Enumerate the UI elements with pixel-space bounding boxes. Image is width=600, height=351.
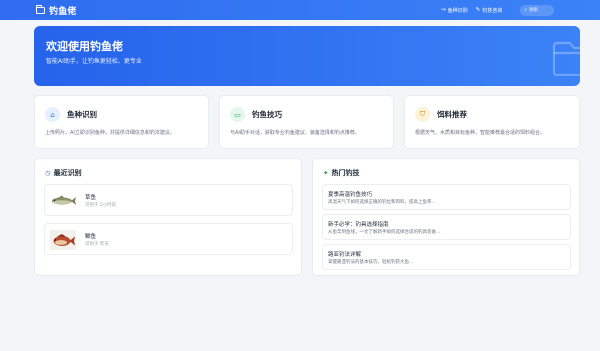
search-input[interactable]: ⌕ 搜索 <box>520 4 555 16</box>
tip-desc: 掌握路亚钓法的基本技巧，轻松钓获大鱼... <box>328 260 414 265</box>
fish-name: 鲫鱼 <box>85 234 97 240</box>
fish-image <box>52 195 76 205</box>
tip-item[interactable]: 新手必学：钓具选择指南 从鱼竿到鱼线，一文了解新手如何选择合适的钓具装备... <box>322 214 571 240</box>
feature-title: 鱼种识别 <box>67 110 97 119</box>
nav-item-label: 鱼种识别 <box>447 7 468 14</box>
recent-identify-panel: ◷ 最近识别 草鱼 识别于 2小时前 鲫鱼 识别于 昨天 <box>34 158 302 276</box>
list-item[interactable]: 草鱼 识别于 2小时前 <box>44 184 293 216</box>
feature-desc: 与AI助手对话，获取专业钓鱼建议、装备选择和钓点推荐。 <box>230 130 360 136</box>
tip-title: 夏季高温钓鱼技巧 <box>328 192 373 198</box>
fish-name: 草鱼 <box>85 195 97 201</box>
clock-icon: ◷ <box>45 169 51 177</box>
tip-item[interactable]: 夏季高温钓鱼技巧 高温天气下如何选择正确的钓位和饵料，提高上鱼率... <box>322 184 571 210</box>
nav-menu: ↝ 鱼种识别 ✎ 钓技咨询 ⌕ 搜索 <box>441 0 555 20</box>
hero-title: 欢迎使用钓鱼佬 <box>46 40 123 53</box>
hero-banner: 欢迎使用钓鱼佬 智能AI助手，让钓鱼更轻松、更专业 <box>34 26 580 86</box>
tip-desc: 从鱼竿到鱼线，一文了解新手如何选择合适的钓具装备... <box>328 230 441 235</box>
tip-title: 新手必学：钓具选择指南 <box>328 222 389 228</box>
home-icon: ⌂ <box>45 107 60 122</box>
tip-desc: 高温天气下如何选择正确的钓位和饵料，提高上鱼率... <box>328 200 436 205</box>
feature-desc: 上传照片，AI立即识别鱼种，并提供详细信息和钓法建议。 <box>45 130 175 136</box>
pen-icon: ✎ <box>475 7 481 13</box>
panel-title: ✦ 热门钓技 <box>323 168 359 178</box>
feature-title: 饵料推荐 <box>437 110 467 119</box>
sparkle-icon: ✦ <box>323 169 329 177</box>
search-label: 搜索 <box>529 8 539 13</box>
list-item[interactable]: 鲫鱼 识别于 昨天 <box>44 223 293 255</box>
feature-card-fish-identify[interactable]: ⌂ 鱼种识别 上传照片，AI立即识别鱼种，并提供详细信息和钓法建议。 <box>34 95 209 149</box>
search-icon: ⌕ <box>524 7 528 13</box>
nav-item-fish-identify[interactable]: ↝ 鱼种识别 <box>441 7 468 14</box>
identify-time: 识别于 2小时前 <box>85 203 117 208</box>
panel-title: ◷ 最近识别 <box>45 168 82 178</box>
feature-desc: 根据天气、水质和目标鱼种，智能推荐最合适的饵料组合。 <box>415 130 546 136</box>
fish-image <box>50 230 76 250</box>
tip-title: 路亚钓法详解 <box>328 252 362 258</box>
folder-icon <box>552 41 580 76</box>
panel-title-text: 热门钓技 <box>331 169 360 177</box>
folder-icon <box>35 4 45 14</box>
hero-subtitle: 智能AI助手，让钓鱼更轻松、更专业 <box>46 58 142 65</box>
top-nav-bar: 钓鱼佬 ↝ 鱼种识别 ✎ 钓技咨询 ⌕ 搜索 <box>0 0 600 20</box>
brand[interactable]: 钓鱼佬 <box>35 4 77 17</box>
tip-item[interactable]: 路亚钓法详解 掌握路亚钓法的基本技巧，轻松钓获大鱼... <box>322 244 571 270</box>
hot-tips-panel: ✦ 热门钓技 夏季高温钓鱼技巧 高温天气下如何选择正确的钓位和饵料，提高上鱼率.… <box>312 158 580 276</box>
panel-title-text: 最近识别 <box>53 169 82 177</box>
nav-item-label: 钓技咨询 <box>482 7 503 14</box>
fish-icon: ↝ <box>441 7 446 13</box>
nav-item-tips-consult[interactable]: ✎ 钓技咨询 <box>476 7 503 14</box>
identify-time: 识别于 昨天 <box>85 242 109 247</box>
chat-icon: ▭ <box>230 107 245 122</box>
feature-card-bait-recommend[interactable]: ⛉ 饵料推荐 根据天气、水质和目标鱼种，智能推荐最合适的饵料组合。 <box>404 95 580 149</box>
feature-title: 钓鱼技巧 <box>252 110 282 119</box>
feature-card-fishing-tips[interactable]: ▭ 钓鱼技巧 与AI助手对话，获取专业钓鱼建议、装备选择和钓点推荐。 <box>219 95 394 149</box>
brand-name: 钓鱼佬 <box>49 6 77 17</box>
shield-icon: ⛉ <box>415 107 430 122</box>
